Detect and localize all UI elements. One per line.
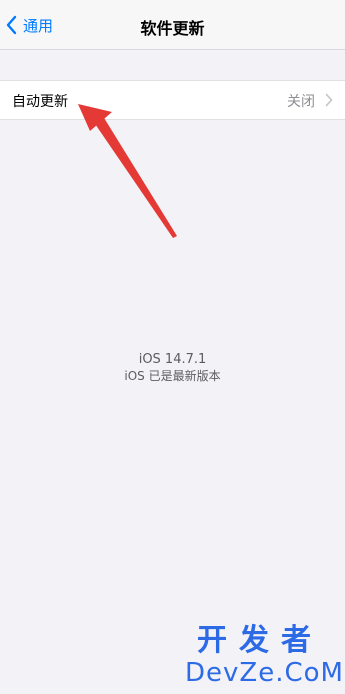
settings-group: 自动更新 关闭: [0, 80, 345, 120]
version-status: iOS 已是最新版本: [124, 369, 221, 383]
annotation-arrow-shaft: [91, 113, 177, 238]
navigation-bar: 通用 软件更新: [0, 0, 345, 50]
chevron-right-icon: [325, 93, 333, 107]
auto-update-row[interactable]: 自动更新 关闭: [0, 81, 345, 119]
watermark-bottom-text: DevZe.CoM: [185, 658, 344, 688]
version-number: iOS 14.7.1: [138, 352, 207, 367]
watermark: 开发者 DevZe.CoM: [185, 623, 344, 689]
auto-update-label: 自动更新: [12, 94, 68, 110]
page-title: 软件更新: [140, 19, 205, 38]
watermark-top-text: 开发者: [197, 623, 323, 658]
version-info: iOS 14.7.1 iOS 已是最新版本: [0, 352, 345, 384]
auto-update-value: 关闭: [287, 94, 315, 110]
